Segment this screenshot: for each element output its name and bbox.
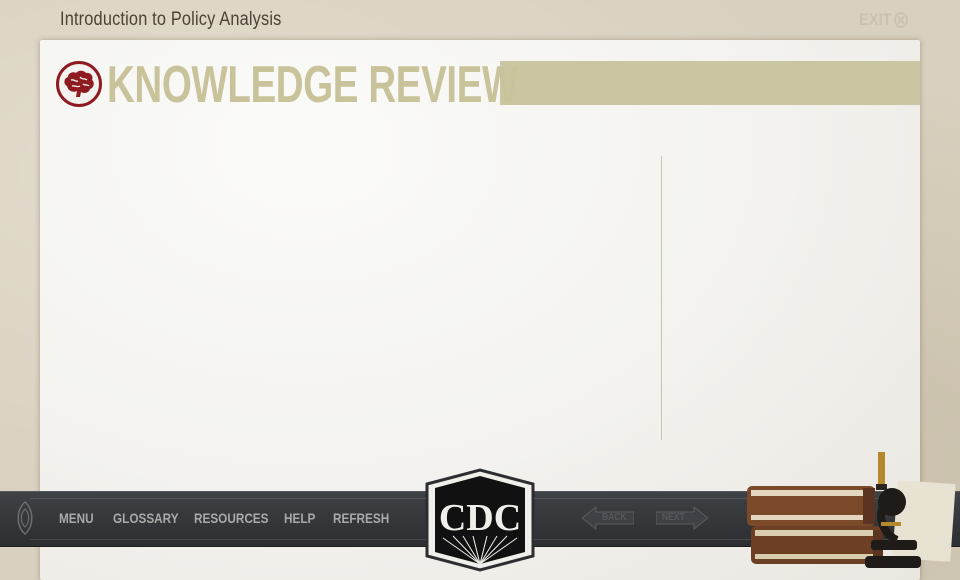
nav-item-help[interactable]: HELP: [284, 510, 315, 526]
next-label: NEXT: [662, 512, 685, 523]
nav-item-glossary[interactable]: GLOSSARY: [113, 510, 179, 526]
back-button[interactable]: BACK: [582, 506, 634, 530]
cdc-logo-text: CDC: [439, 497, 521, 539]
header-band: [500, 61, 920, 105]
nav-item-resources[interactable]: RESOURCES: [194, 510, 268, 526]
next-button[interactable]: NEXT: [656, 506, 708, 530]
cdc-logo[interactable]: CDC: [421, 466, 539, 572]
close-circle-icon: [894, 12, 908, 28]
brain-icon: [64, 70, 94, 97]
left-ornament-icon: [17, 500, 33, 536]
back-label: BACK: [602, 512, 627, 523]
exit-button[interactable]: EXIT: [859, 10, 908, 30]
course-title: Introduction to Policy Analysis: [60, 9, 282, 30]
books-microscope-illustration: [747, 452, 956, 568]
nav-item-refresh[interactable]: REFRESH: [333, 510, 389, 526]
nav-item-menu[interactable]: MENU: [59, 510, 94, 526]
brain-badge: [56, 61, 102, 107]
content-divider: [661, 156, 662, 440]
section-title: KNOWLEDGE REVIEW: [107, 56, 518, 114]
exit-label: EXIT: [859, 10, 892, 29]
